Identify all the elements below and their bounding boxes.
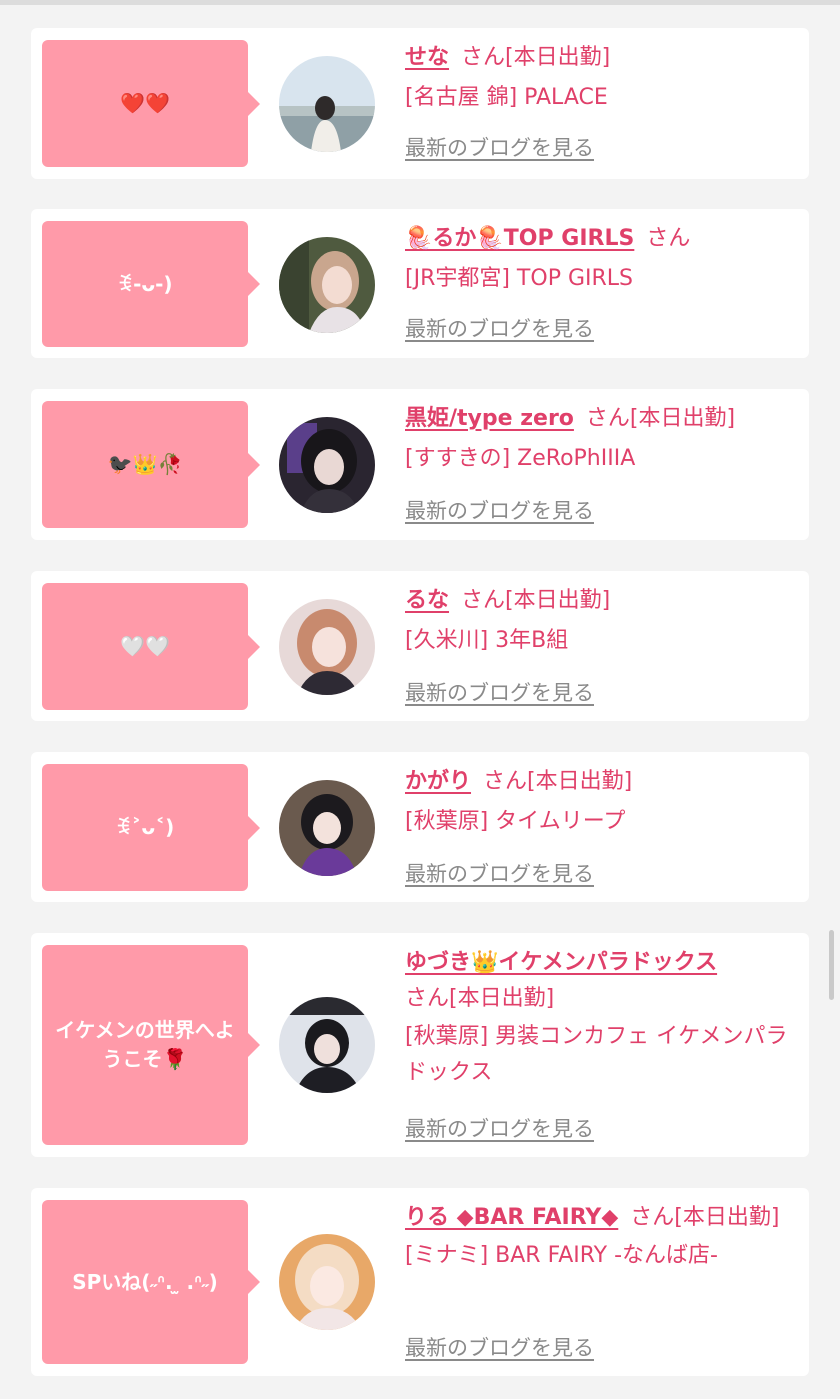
girl-name-link[interactable]: りる ◆BAR FAIRY◆ <box>405 1205 618 1230</box>
entry-info: 黒姫/type zero さん[本日出勤] [すすきの] ZeRoPhIIIA <box>405 401 791 477</box>
entry-card: イケメンの世界へようこそ🌹 ゆづき👑イケメンパラドックス さん[本日出勤] [秋葉… <box>31 933 809 1157</box>
shop-label: [すすきの] ZeRoPhIIIA <box>405 446 636 471</box>
shop-label: [ミナミ] BAR FAIRY -なんば店- <box>405 1243 718 1268</box>
comment-bubble: 🤍🤍 <box>42 583 260 710</box>
latest-blog-link[interactable]: 最新のブログを見る <box>405 1113 594 1143</box>
name-suffix: さん[本日出勤] <box>585 406 736 431</box>
name-suffix: さん[本日出勤] <box>461 45 611 70</box>
avatar[interactable] <box>279 599 375 695</box>
avatar[interactable] <box>279 1234 375 1330</box>
avatar-photo-icon <box>279 237 375 333</box>
avatar-photo-icon <box>279 997 375 1093</box>
name-suffix: さん <box>646 226 691 251</box>
avatar-photo-icon <box>279 56 375 152</box>
entry-info: かがり さん[本日出勤] [秋葉原] タイムリープ <box>405 764 791 840</box>
top-divider <box>0 0 840 5</box>
girl-name-link[interactable]: 🪼るか🪼TOP GIRLS <box>405 226 634 251</box>
shop-label: [JR宇都宮] TOP GIRLS <box>405 266 633 291</box>
entry-card: ❤️❤️ せな さん[本日出勤] [名古屋 錦] PALACE 最新のブログを見る <box>31 28 809 179</box>
avatar[interactable] <box>279 997 375 1093</box>
avatar-photo-icon <box>279 1234 375 1330</box>
shop-label: [久米川] 3年B組 <box>405 628 569 653</box>
entry-info: せな さん[本日出勤] [名古屋 錦] PALACE <box>405 40 791 116</box>
latest-blog-link[interactable]: 最新のブログを見る <box>405 495 594 525</box>
latest-blog-link[interactable]: 最新のブログを見る <box>405 858 594 888</box>
avatar[interactable] <box>279 237 375 333</box>
entry-card: SPいね(˶ᐢ. ̫ .ᐢ˶) りる ◆BAR FAIRY◆ さん[本日出勤] [… <box>31 1188 809 1376</box>
avatar-photo-icon <box>279 417 375 513</box>
girl-name-link[interactable]: 黒姫/type zero <box>405 406 574 431</box>
comment-bubble: ❤️❤️ <box>42 40 260 167</box>
avatar[interactable] <box>279 417 375 513</box>
avatar[interactable] <box>279 56 375 152</box>
shop-label: [秋葉原] タイムリープ <box>405 809 626 834</box>
name-suffix: さん[本日出勤] <box>483 769 633 794</box>
entry-card: ꉂ-ᴗ-) 🪼るか🪼TOP GIRLS さん [JR宇都宮] TOP GIRLS … <box>31 209 809 358</box>
avatar-photo-icon <box>279 599 375 695</box>
entry-info: るな さん[本日出勤] [久米川] 3年B組 <box>405 583 791 659</box>
avatar-photo-icon <box>279 780 375 876</box>
entry-card: 🐦‍⬛👑🥀 黒姫/type zero さん[本日出勤] [すすきの] ZeRoPh… <box>31 389 809 540</box>
comment-bubble: 🐦‍⬛👑🥀 <box>42 401 260 528</box>
girl-name-link[interactable]: るな <box>405 588 449 613</box>
comment-bubble: ꉂ˃ᴗ˂) <box>42 764 260 891</box>
girl-name-link[interactable]: かがり <box>405 769 471 794</box>
entry-info: りる ◆BAR FAIRY◆ さん[本日出勤] [ミナミ] BAR FAIRY -… <box>405 1200 791 1274</box>
entry-info: 🪼るか🪼TOP GIRLS さん [JR宇都宮] TOP GIRLS <box>405 221 791 297</box>
girl-name-link[interactable]: せな <box>405 45 449 70</box>
girl-name-link[interactable]: ゆづき👑イケメンパラドックス <box>405 950 717 975</box>
latest-blog-link[interactable]: 最新のブログを見る <box>405 132 594 162</box>
comment-bubble: ꉂ-ᴗ-) <box>42 221 260 347</box>
comment-bubble: SPいね(˶ᐢ. ̫ .ᐢ˶) <box>42 1200 260 1364</box>
shop-label: [名古屋 錦] PALACE <box>405 85 608 110</box>
latest-blog-link[interactable]: 最新のブログを見る <box>405 313 594 343</box>
name-suffix: さん[本日出勤] <box>405 986 555 1011</box>
scrollbar-thumb[interactable] <box>829 930 834 1000</box>
entry-info: ゆづき👑イケメンパラドックス さん[本日出勤] [秋葉原] 男装コンカフェ イケメ… <box>405 945 791 1091</box>
shop-label: [秋葉原] 男装コンカフェ イケメンパラドックス <box>405 1024 788 1085</box>
latest-blog-link[interactable]: 最新のブログを見る <box>405 677 594 707</box>
avatar[interactable] <box>279 780 375 876</box>
entry-card: 🤍🤍 るな さん[本日出勤] [久米川] 3年B組 最新のブログを見る <box>31 571 809 721</box>
name-suffix: さん[本日出勤] <box>630 1205 780 1230</box>
entry-card: ꉂ˃ᴗ˂) かがり さん[本日出勤] [秋葉原] タイムリープ 最新のブログを見る <box>31 752 809 902</box>
name-suffix: さん[本日出勤] <box>461 588 611 613</box>
latest-blog-link[interactable]: 最新のブログを見る <box>405 1332 594 1362</box>
comment-bubble: イケメンの世界へようこそ🌹 <box>42 945 260 1145</box>
